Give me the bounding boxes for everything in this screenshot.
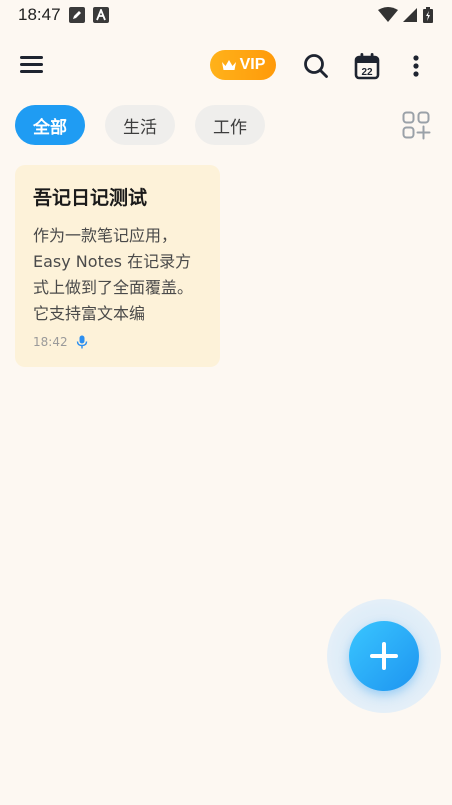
category-tabs: 全部 生活 工作 (15, 105, 265, 145)
more-options-button[interactable] (400, 50, 432, 82)
note-time: 18:42 (33, 335, 68, 349)
signal-icon (403, 8, 417, 22)
menu-button[interactable] (20, 52, 50, 80)
plus-icon (370, 642, 398, 670)
wifi-icon (378, 7, 398, 22)
status-bar: 18:47 (0, 0, 452, 30)
notification-icons (68, 7, 109, 23)
microphone-icon (76, 335, 87, 349)
search-button[interactable] (300, 50, 332, 82)
note-title: 吾记日记测试 (33, 187, 148, 209)
note-meta: 18:42 (33, 335, 202, 349)
hamburger-icon (20, 56, 43, 59)
note-card[interactable]: 吾记日记测试 作为一款笔记应用，Easy Notes 在记录方式上做到了全面覆盖… (15, 165, 220, 367)
calendar-icon: 22 (354, 53, 380, 80)
status-time: 18:47 (18, 5, 61, 24)
app-bar: VIP 22 (0, 40, 452, 92)
search-icon (304, 54, 328, 78)
vip-button[interactable]: VIP (210, 50, 276, 80)
grid-add-icon (402, 111, 431, 140)
system-status-icons (378, 6, 434, 24)
vip-label: VIP (239, 56, 266, 73)
a-notification-icon (92, 7, 109, 23)
battery-icon (423, 7, 433, 23)
category-manage-button[interactable] (401, 110, 431, 140)
note-preview: 作为一款笔记应用，Easy Notes 在记录方式上做到了全面覆盖。它支持富文本… (33, 226, 194, 323)
tab-life[interactable]: 生活 (105, 105, 175, 145)
calendar-button[interactable]: 22 (351, 50, 383, 82)
crown-icon (221, 60, 236, 70)
calendar-day: 22 (361, 67, 373, 78)
more-vertical-icon (413, 55, 419, 77)
tab-work[interactable]: 工作 (195, 105, 265, 145)
add-note-button[interactable] (349, 621, 419, 691)
notes-home-screen: 18:47 VIP 22 全部 生活 工作 吾记日记测试 作为一款笔记应用，Ea… (0, 0, 452, 805)
tab-all[interactable]: 全部 (15, 105, 85, 145)
notes-notification-icon (68, 7, 85, 23)
